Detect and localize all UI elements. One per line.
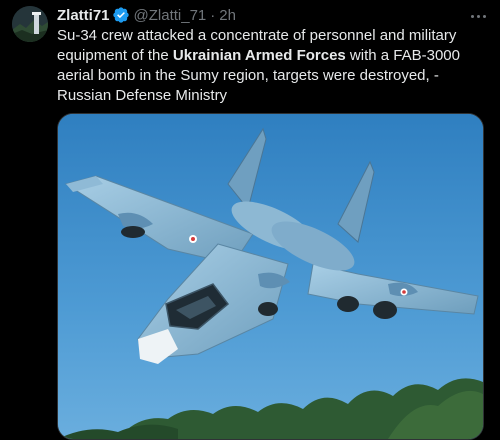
separator: ·: [210, 6, 216, 24]
verified-badge-icon: [112, 6, 130, 24]
more-dot-icon: [470, 14, 474, 18]
tweet[interactable]: Zlatti71 @Zlatti_71 · 2h Su-34 crew atta…: [0, 0, 500, 440]
avatar-image: [12, 6, 48, 42]
tweet-media[interactable]: [57, 113, 484, 440]
display-name[interactable]: Zlatti71: [57, 7, 110, 24]
more-dot-icon: [482, 14, 486, 18]
avatar[interactable]: [12, 6, 48, 42]
tweet-header: Zlatti71 @Zlatti_71 · 2h: [57, 4, 236, 26]
tweet-text-bold: Ukrainian Armed Forces: [172, 47, 346, 64]
more-dot-icon: [476, 14, 480, 18]
fighter-jet-photo: [58, 114, 483, 439]
handle[interactable]: @Zlatti_71: [134, 7, 207, 24]
timestamp[interactable]: 2h: [219, 7, 236, 24]
tweet-text: Su-34 crew attacked a concentrate of per…: [57, 26, 487, 106]
more-options-button[interactable]: [464, 6, 492, 26]
